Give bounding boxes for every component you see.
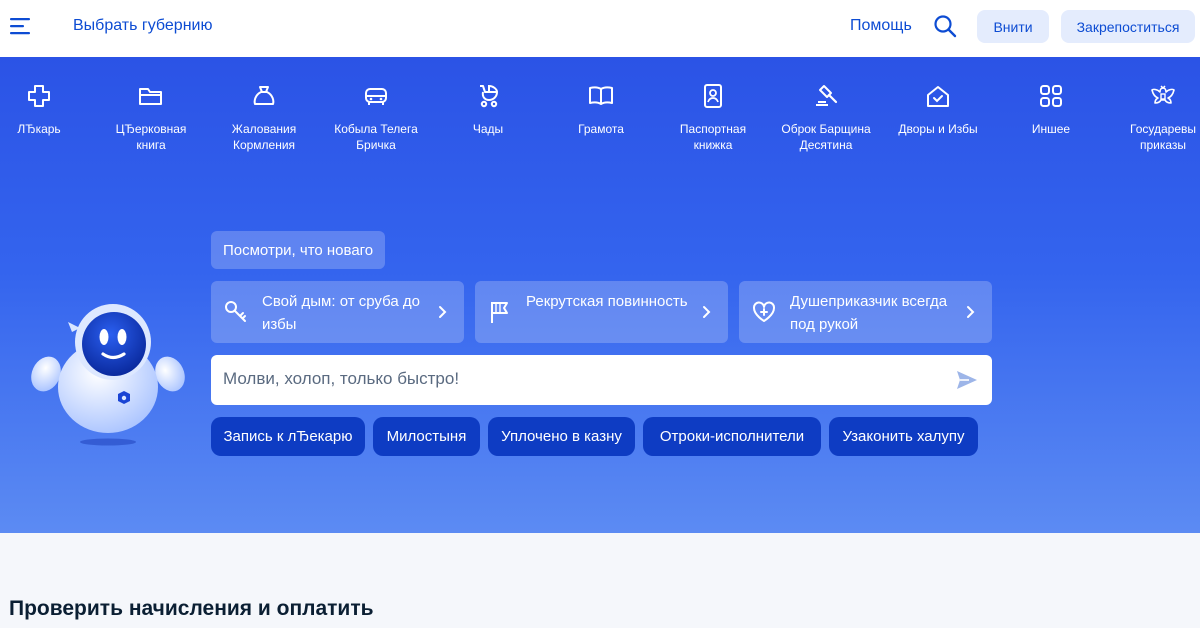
category-children[interactable]: Чады bbox=[438, 83, 538, 137]
category-label: Паспортная книжка bbox=[679, 122, 747, 152]
chevron-right-icon bbox=[967, 306, 975, 318]
category-government[interactable]: Государевы приказы bbox=[1113, 83, 1200, 153]
category-doctor[interactable]: ЛЂкарь bbox=[0, 83, 89, 137]
quick-action-alms[interactable]: Милостыня bbox=[373, 417, 480, 456]
top-header: Выбрать губернию Помощь Внити Закрепости… bbox=[0, 0, 1200, 57]
chevron-right-icon bbox=[439, 306, 447, 318]
passport-icon bbox=[704, 84, 722, 108]
category-label: ЛЂкарь bbox=[17, 122, 61, 136]
search-icon[interactable] bbox=[933, 14, 957, 38]
suggestion-card-recruitment[interactable]: Рекрутская повинность bbox=[475, 281, 728, 343]
folder-icon bbox=[139, 88, 162, 105]
robot-mascot-image bbox=[31, 304, 185, 446]
register-button[interactable]: Закрепоститься bbox=[1061, 10, 1195, 43]
category-label: Иншее bbox=[1031, 122, 1071, 136]
stroller-icon bbox=[480, 84, 498, 108]
gavel-icon bbox=[816, 85, 838, 106]
category-label: ЦЂерковная книга bbox=[115, 122, 187, 152]
money-bag-icon bbox=[253, 86, 275, 105]
section-title: Проверить начисления и оплатить bbox=[9, 597, 374, 620]
category-passport[interactable]: Паспортная книжка bbox=[663, 83, 763, 153]
send-icon[interactable] bbox=[955, 368, 979, 392]
category-transport[interactable]: Кобыла Телега Бричка bbox=[326, 83, 426, 153]
chevron-right-icon bbox=[703, 306, 711, 318]
card-label: Рекрутская повинность bbox=[526, 293, 688, 310]
car-icon bbox=[365, 88, 387, 105]
category-literacy[interactable]: Грамота bbox=[551, 83, 651, 137]
medical-cross-icon bbox=[28, 85, 50, 107]
heart-plus-icon bbox=[753, 301, 775, 322]
select-region-link[interactable]: Выбрать губернию bbox=[73, 17, 212, 35]
card-label: Свой дым: от сруба до избы bbox=[262, 293, 420, 333]
category-church-book[interactable]: ЦЂерковная книга bbox=[101, 83, 201, 153]
suggestion-card-executor[interactable]: Душеприказчик всегда под рукой bbox=[739, 281, 992, 343]
category-label: Кобыла Телега Бричка bbox=[334, 122, 418, 152]
whats-new-button[interactable]: Посмотри, что новаго bbox=[211, 231, 386, 269]
house-icon bbox=[927, 86, 949, 107]
book-icon bbox=[589, 86, 613, 105]
category-houses[interactable]: Дворы и Избы bbox=[888, 83, 988, 137]
help-link[interactable]: Помощь bbox=[850, 17, 912, 35]
category-label: Грамота bbox=[578, 122, 624, 136]
category-taxes[interactable]: Оброк Барщина Десятина bbox=[776, 83, 876, 153]
flag-icon bbox=[491, 302, 508, 323]
category-bar: ЛЂкарь ЦЂерковная книга Жалования Кормле… bbox=[0, 57, 1200, 187]
hero-section: ЛЂкарь ЦЂерковная книга Жалования Кормле… bbox=[0, 57, 1200, 533]
category-other[interactable]: Иншее bbox=[1001, 83, 1101, 137]
suggestion-card-house[interactable]: Свой дым: от сруба до избы bbox=[211, 281, 464, 343]
category-label: Жалования Кормления bbox=[231, 122, 297, 152]
quick-action-doctor[interactable]: Запись к лЂекарю bbox=[211, 417, 365, 456]
eagle-emblem-icon bbox=[1151, 85, 1175, 104]
category-label: Государевы приказы bbox=[1130, 122, 1196, 152]
grid-icon bbox=[1040, 85, 1062, 107]
menu-icon[interactable] bbox=[10, 16, 32, 36]
category-label: Чады bbox=[472, 122, 504, 136]
login-button[interactable]: Внити bbox=[977, 10, 1049, 43]
quick-action-paid[interactable]: Уплочено в казну bbox=[488, 417, 635, 456]
assistant-input[interactable]: Молви, холоп, только быстро! bbox=[211, 355, 992, 405]
category-label: Оброк Барщина Десятина bbox=[781, 122, 871, 152]
assistant-input-placeholder: Молви, холоп, только быстро! bbox=[223, 369, 460, 388]
category-label: Дворы и Избы bbox=[898, 122, 978, 136]
key-icon bbox=[225, 301, 246, 322]
quick-action-executors[interactable]: Отроки-исполнители bbox=[643, 417, 821, 456]
quick-action-legalize[interactable]: Узаконить халупу bbox=[829, 417, 978, 456]
card-label: Душеприказчик всегда под рукой bbox=[790, 293, 948, 333]
category-salaries[interactable]: Жалования Кормления bbox=[214, 83, 314, 153]
